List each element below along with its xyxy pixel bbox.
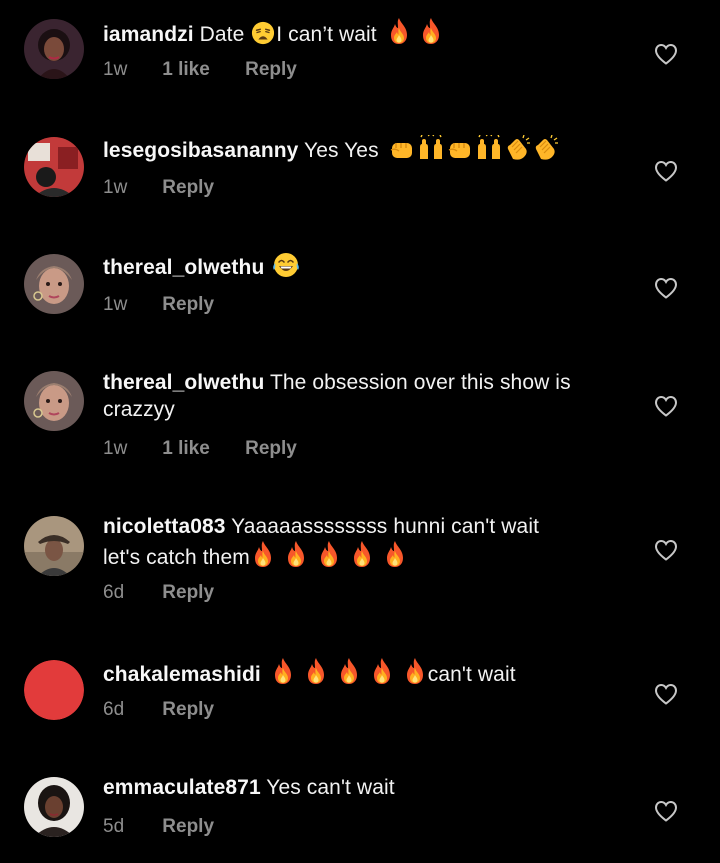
timestamp: 1w [103, 438, 128, 459]
timestamp: 1w [103, 177, 128, 198]
reply-button[interactable]: Reply [162, 294, 214, 316]
username[interactable]: thereal_olwethu [103, 256, 264, 279]
avatar[interactable] [24, 660, 84, 720]
comment-body: can't wait [427, 663, 516, 686]
like-heart-icon[interactable] [654, 160, 678, 182]
username[interactable]: thereal_olwethu [103, 371, 264, 394]
timestamp: 6d [103, 699, 125, 720]
comment-meta: 6d Reply [103, 582, 214, 604]
fire-emoji [370, 657, 394, 685]
comment-body: Date [199, 23, 245, 46]
comment-text: thereal_olwethu [103, 252, 623, 281]
comment-text: emmaculate871 Yes can't wait [103, 774, 623, 801]
fire-emoji [419, 17, 443, 45]
like-heart-icon[interactable] [654, 539, 678, 561]
comment-text: iamandzi Date I can’t wait [103, 17, 623, 48]
avatar[interactable] [24, 137, 84, 197]
timestamp: 1w [103, 294, 128, 315]
comment-text: thereal_olwethu The obsession over this … [103, 369, 623, 423]
like-heart-icon[interactable] [654, 800, 678, 822]
reply-button[interactable]: Reply [162, 582, 214, 604]
comment-meta: 5d Reply [103, 816, 214, 838]
username[interactable]: chakalemashidi [103, 663, 261, 686]
fist-emoji [447, 135, 473, 161]
like-heart-icon[interactable] [654, 395, 678, 417]
comment-body: Yes can't wait [266, 776, 395, 799]
comment-text: chakalemashidi can't wait [103, 657, 623, 688]
fire-emoji [350, 540, 374, 568]
avatar[interactable] [24, 516, 84, 576]
comment-meta: 1w 1 like Reply [103, 438, 297, 460]
username[interactable]: nicoletta083 [103, 515, 226, 538]
weary-face-emoji [251, 21, 275, 45]
username[interactable]: emmaculate871 [103, 776, 261, 799]
username[interactable]: lesegosibasananny [103, 139, 298, 162]
fire-emoji [383, 540, 407, 568]
like-heart-icon[interactable] [654, 683, 678, 705]
fire-emoji [304, 657, 328, 685]
clap-emoji [533, 135, 559, 161]
clap-emoji [505, 135, 531, 161]
reply-button[interactable]: Reply [245, 59, 297, 81]
comment-body: Yes Yes [304, 139, 379, 162]
fist-emoji [389, 135, 415, 161]
reply-button[interactable]: Reply [245, 438, 297, 460]
comment-meta: 6d Reply [103, 699, 214, 721]
fire-emoji [337, 657, 361, 685]
fire-emoji [403, 657, 427, 685]
likes-count[interactable]: 1 like [162, 438, 210, 460]
comment-text: nicoletta083 Yaaaaassssssss hunni can't … [103, 513, 623, 571]
reply-button[interactable]: Reply [162, 699, 214, 721]
comment-body: Yaaaaassssssss hunni can't wait [231, 515, 540, 538]
fire-emoji [387, 17, 411, 45]
comment-meta: 1w 1 like Reply [103, 59, 297, 81]
raised-hands-emoji [417, 135, 445, 161]
comment-meta: 1w Reply [103, 177, 214, 199]
avatar[interactable] [24, 371, 84, 431]
reply-button[interactable]: Reply [162, 177, 214, 199]
username[interactable]: iamandzi [103, 23, 194, 46]
avatar[interactable] [24, 254, 84, 314]
like-heart-icon[interactable] [654, 277, 678, 299]
timestamp: 6d [103, 582, 125, 603]
reply-button[interactable]: Reply [162, 816, 214, 838]
raised-hands-emoji [475, 135, 503, 161]
comment-meta: 1w Reply [103, 294, 214, 316]
comment-text: lesegosibasananny Yes Yes [103, 135, 623, 164]
likes-count[interactable]: 1 like [162, 59, 210, 81]
fire-emoji [284, 540, 308, 568]
fire-emoji [251, 540, 275, 568]
timestamp: 5d [103, 816, 125, 837]
avatar[interactable] [24, 19, 84, 79]
comment-body: I can’t wait [276, 23, 377, 46]
fire-emoji [271, 657, 295, 685]
like-heart-icon[interactable] [654, 43, 678, 65]
avatar[interactable] [24, 777, 84, 837]
timestamp: 1w [103, 59, 128, 80]
fire-emoji [317, 540, 341, 568]
comment-body: let's catch them [103, 546, 250, 569]
laughing-face-emoji [272, 252, 300, 278]
